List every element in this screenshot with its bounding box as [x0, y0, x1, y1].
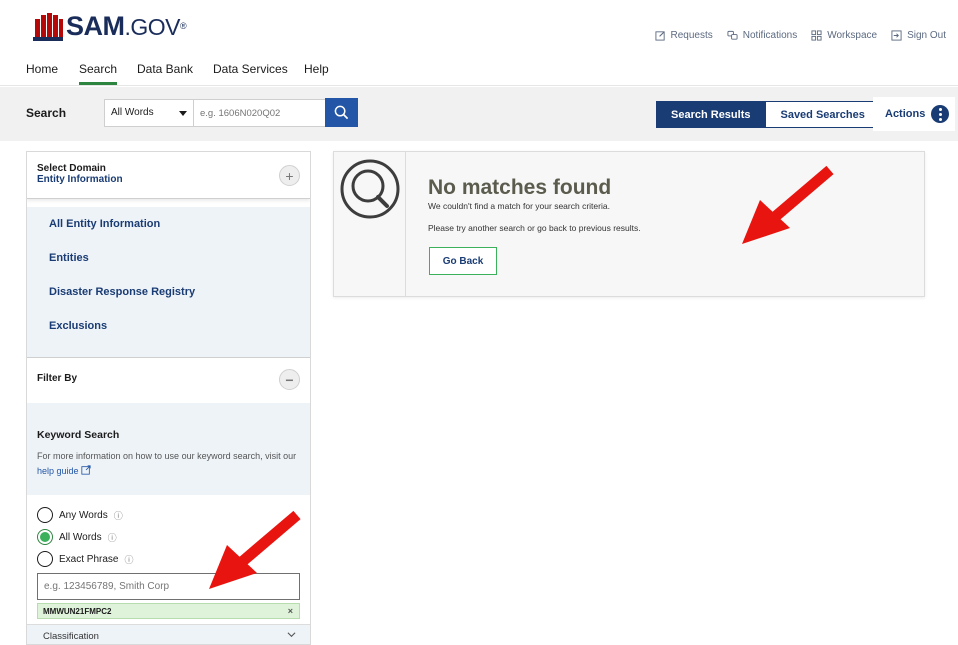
search-icon	[334, 105, 349, 120]
sam-logo[interactable]: SAM.GOV®	[33, 11, 187, 41]
notifications-label: Notifications	[742, 30, 798, 41]
keyword-help-copy: For more information on how to use our k…	[37, 451, 297, 461]
actions-label: Actions	[885, 108, 926, 120]
no-matches-hint: Please try another search or go back to …	[428, 223, 641, 233]
filter-by-label: Filter By	[37, 373, 78, 384]
workspace-link[interactable]: Workspace	[811, 30, 877, 41]
search-mode-select[interactable]: All Words	[104, 99, 194, 127]
radio-label: Exact Phrase	[59, 553, 119, 565]
domain-selector[interactable]: Select Domain Entity Information +	[27, 152, 310, 199]
actions-button[interactable]: Actions	[873, 97, 955, 131]
domain-item-disaster-response[interactable]: Disaster Response Registry	[27, 275, 310, 309]
caret-down-icon	[179, 111, 187, 116]
go-back-button[interactable]: Go Back	[429, 247, 497, 275]
edit-icon	[654, 31, 665, 41]
nav-help[interactable]: Help	[304, 62, 329, 76]
requests-link[interactable]: Requests	[654, 30, 713, 41]
search-input[interactable]	[194, 99, 326, 127]
domain-item-all-entity[interactable]: All Entity Information	[27, 207, 310, 241]
utility-links: Requests Notifications Workspace Sign Ou…	[654, 30, 946, 41]
result-icon-panel	[334, 152, 406, 296]
notifications-link[interactable]: Notifications	[727, 30, 797, 41]
grid-icon	[811, 30, 822, 41]
keyword-help-text: For more information on how to use our k…	[37, 449, 300, 479]
chevron-down-icon	[287, 630, 296, 641]
info-icon[interactable]: ⓘ	[108, 531, 117, 544]
radio-any-words[interactable]: Any Words ⓘ	[37, 504, 300, 526]
radio-circle-selected[interactable]	[37, 529, 53, 545]
logo-gov: .GOV	[124, 14, 181, 40]
sign-out-icon	[891, 30, 902, 41]
help-guide-label: help guide	[37, 466, 79, 476]
keyword-input[interactable]	[37, 573, 300, 600]
main-nav: Home Search Data Bank Data Services Help	[0, 52, 958, 86]
domain-value: Entity Information	[37, 174, 123, 185]
search-button[interactable]	[325, 98, 358, 127]
no-matches-subtitle: We couldn't find a match for your search…	[428, 201, 610, 211]
radio-all-words[interactable]: All Words ⓘ	[37, 526, 300, 548]
help-guide-link[interactable]: help guide	[37, 465, 91, 476]
filter-by-header[interactable]: Filter By −	[27, 357, 310, 403]
search-label: Search	[26, 106, 67, 120]
keyword-search-section: Keyword Search For more information on h…	[27, 403, 310, 495]
nav-search[interactable]: Search	[79, 62, 118, 85]
plus-icon[interactable]: +	[279, 165, 300, 186]
search-mode-value: All Words	[111, 107, 154, 118]
search-bar: Search All Words Search Results Saved Se…	[0, 87, 958, 141]
chat-icon	[727, 30, 738, 40]
domain-item-entities[interactable]: Entities	[27, 241, 310, 275]
keyword-chip: MMWUN21FMPC2 ×	[37, 603, 300, 619]
radio-label: Any Words	[59, 509, 108, 521]
saved-searches-tab[interactable]: Saved Searches	[765, 101, 880, 128]
nav-data-services[interactable]: Data Services	[213, 62, 288, 76]
match-type-radios: Any Words ⓘ All Words ⓘ Exact Phrase ⓘ	[27, 495, 310, 570]
info-icon[interactable]: ⓘ	[114, 509, 123, 522]
no-results-card: No matches found We couldn't find a matc…	[333, 151, 925, 297]
logo-main: SAM	[66, 11, 125, 41]
filter-sidebar: Select Domain Entity Information + All E…	[26, 151, 311, 645]
domain-list: All Entity Information Entities Disaster…	[27, 207, 310, 357]
no-matches-title: No matches found	[428, 176, 612, 199]
external-link-icon	[81, 465, 91, 475]
magnifier-icon	[340, 159, 400, 219]
logo-reg: ®	[180, 21, 187, 31]
radio-label: All Words	[59, 531, 102, 543]
classification-label: Classification	[43, 631, 99, 642]
logo-text: SAM.GOV®	[66, 11, 187, 41]
nav-home[interactable]: Home	[26, 62, 58, 76]
radio-circle[interactable]	[37, 507, 53, 523]
capitol-logo-icon	[33, 13, 63, 41]
info-icon[interactable]: ⓘ	[124, 553, 133, 566]
nav-data-bank[interactable]: Data Bank	[137, 62, 193, 76]
workspace-label: Workspace	[827, 30, 878, 41]
radio-circle[interactable]	[37, 551, 53, 567]
results-toggle: Search Results Saved Searches	[656, 101, 880, 128]
radio-exact-phrase[interactable]: Exact Phrase ⓘ	[37, 548, 300, 570]
top-header: SAM.GOV® Requests Notifications Workspac…	[0, 0, 958, 52]
minus-icon[interactable]: −	[279, 369, 300, 390]
keyword-search-title: Keyword Search	[37, 429, 120, 441]
domain-label: Select Domain	[37, 163, 106, 174]
sign-out-link[interactable]: Sign Out	[891, 30, 946, 41]
search-results-tab[interactable]: Search Results	[656, 101, 766, 128]
more-vertical-icon	[931, 105, 950, 123]
classification-accordion[interactable]: Classification	[27, 624, 310, 644]
sign-out-label: Sign Out	[907, 30, 946, 41]
domain-item-exclusions[interactable]: Exclusions	[27, 309, 310, 343]
chip-close-icon[interactable]: ×	[288, 606, 293, 616]
keyword-chip-text: MMWUN21FMPC2	[43, 607, 112, 616]
requests-label: Requests	[670, 30, 713, 41]
